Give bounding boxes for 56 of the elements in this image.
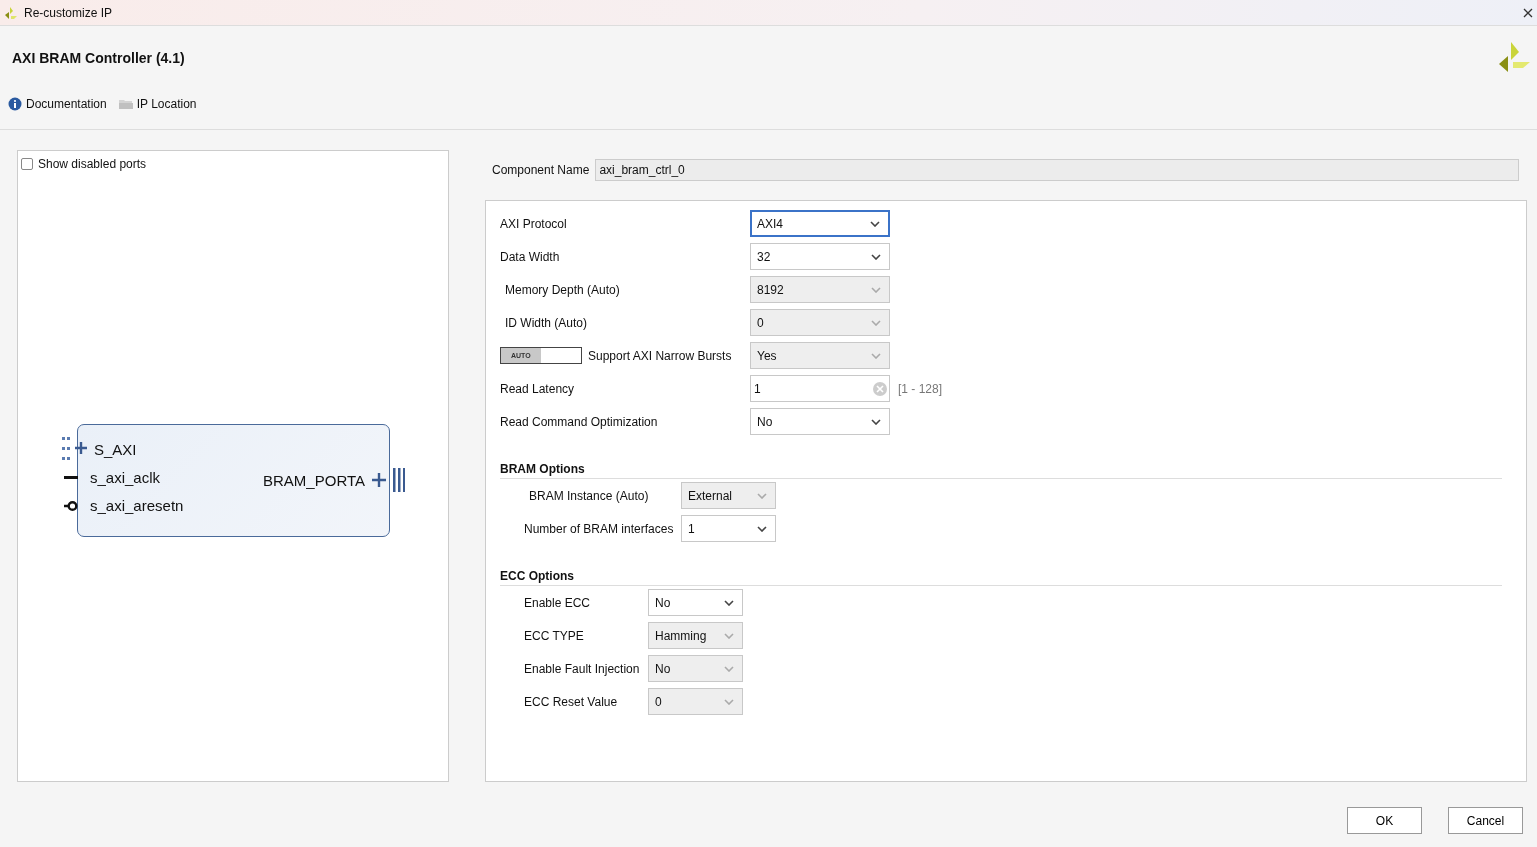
range-hint: [1 - 128] bbox=[898, 381, 943, 396]
window-title: Re-customize IP bbox=[24, 5, 114, 20]
parameter-label: Read Command Optimization bbox=[500, 414, 658, 429]
parameter-label: Read Latency bbox=[500, 381, 575, 396]
brand-logo-icon bbox=[1497, 40, 1531, 74]
ip-title: AXI BRAM Controller (4.1) bbox=[12, 50, 186, 66]
dropdown-field[interactable]: 32 bbox=[750, 243, 890, 270]
chevron-down-icon bbox=[757, 525, 767, 532]
chevron-down-icon bbox=[871, 253, 881, 260]
port-label: s_axi_aresetn bbox=[90, 497, 184, 514]
checkbox[interactable] bbox=[21, 158, 33, 170]
parameter-label: Memory Depth (Auto) bbox=[505, 282, 620, 297]
chevron-down-icon bbox=[871, 418, 881, 425]
dialog-button[interactable]: OK bbox=[1347, 807, 1422, 834]
dropdown-field[interactable]: 1 bbox=[681, 515, 776, 542]
port-label: S_AXI bbox=[94, 440, 137, 458]
chevron-down-icon bbox=[757, 492, 767, 499]
port-label: s_axi_aclk bbox=[90, 469, 161, 486]
chevron-down-icon bbox=[724, 698, 734, 705]
dropdown-field[interactable]: No bbox=[750, 408, 890, 435]
header-link[interactable]: IP Location bbox=[118, 97, 197, 111]
chevron-down-icon bbox=[724, 632, 734, 639]
folder-icon bbox=[118, 98, 133, 110]
chevron-down-icon bbox=[871, 352, 881, 359]
parameter-label: BRAM Instance (Auto) bbox=[528, 488, 650, 503]
bus-pin-icon bbox=[62, 435, 88, 463]
chevron-down-icon bbox=[871, 286, 881, 293]
port-label: BRAM_PORTA bbox=[263, 471, 365, 489]
section-title: BRAM Options bbox=[500, 462, 1502, 479]
app-logo-icon bbox=[4, 5, 18, 20]
dropdown-field[interactable]: No bbox=[648, 589, 743, 616]
clock-pin-icon bbox=[64, 475, 78, 480]
text-field[interactable]: 1 bbox=[750, 375, 890, 402]
bus-pin-icon bbox=[371, 467, 405, 493]
parameter-label: AXI Protocol bbox=[500, 216, 567, 231]
parameter-label: Support AXI Narrow Bursts bbox=[588, 348, 732, 363]
parameter-label: ID Width (Auto) bbox=[505, 315, 588, 330]
chevron-down-icon bbox=[870, 220, 880, 227]
parameter-label: Data Width bbox=[500, 249, 560, 264]
chevron-down-icon bbox=[724, 599, 734, 606]
parameter-label: Enable Fault Injection bbox=[524, 661, 641, 676]
parameter-label: ECC Reset Value bbox=[524, 694, 619, 709]
chevron-down-icon bbox=[871, 319, 881, 326]
header-link[interactable]: Documentation bbox=[8, 97, 107, 111]
parameter-label: Number of BRAM interfaces bbox=[524, 521, 675, 536]
component-name-field[interactable]: axi_bram_ctrl_0 bbox=[595, 159, 1519, 181]
dropdown-field[interactable]: AXI4 bbox=[750, 210, 890, 237]
close-icon[interactable] bbox=[1523, 7, 1533, 18]
component-name-label: Component Name bbox=[492, 163, 590, 177]
parameter-label: ECC TYPE bbox=[524, 628, 585, 643]
chevron-down-icon bbox=[724, 665, 734, 672]
reset-pin-icon bbox=[64, 499, 78, 512]
parameter-label: Enable ECC bbox=[524, 595, 592, 610]
dialog-button[interactable]: Cancel bbox=[1448, 807, 1523, 834]
section-title: ECC Options bbox=[500, 569, 1502, 586]
info-icon bbox=[8, 97, 22, 111]
